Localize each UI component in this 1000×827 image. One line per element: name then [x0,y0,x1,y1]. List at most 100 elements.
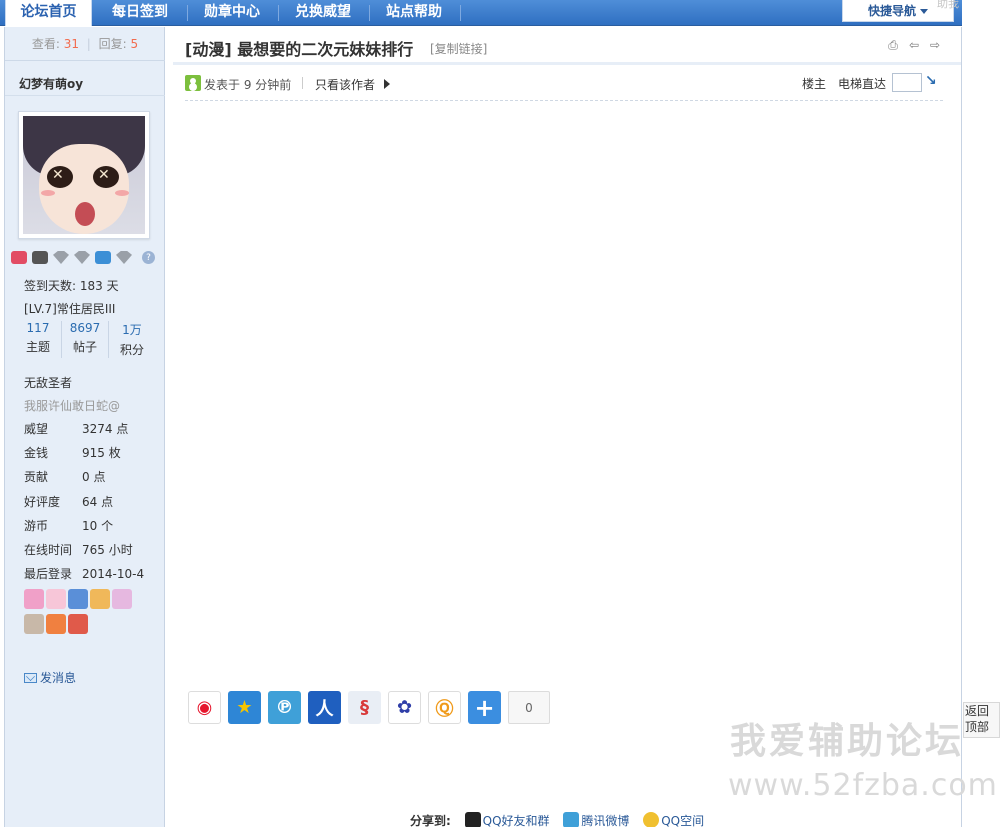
field-value: 2014-10-4 [82,567,145,581]
tab-site-help[interactable]: 站点帮助 [370,0,458,26]
nav-separator [460,5,461,21]
qq-penguin-icon [464,812,481,827]
send-message-link[interactable]: 发消息 [24,669,76,686]
frame-right-border [961,27,962,827]
field-money: 金钱 915 枚 [24,444,121,461]
count-value: 8697 [69,321,101,335]
share-qzone-link[interactable]: QQ空间 [661,814,704,827]
copy-link-button[interactable]: [复制链接] [430,40,487,57]
share-buttons: ◉ ★ ℗ 人 § ✿ Ⓠ + 0 [188,691,550,724]
author-name[interactable]: 幻梦有萌oy [19,75,83,92]
watermark-url: www.52fzba.com [728,768,998,803]
count-label: 帖子 [72,340,97,354]
bottom-share-links: 分享到: QQ好友和群 腾讯微博 QQ空间 [410,812,704,827]
tencent-weibo-small-icon [563,812,580,827]
signin-days: 签到天数: 183 天 [24,279,119,293]
field-online-time: 在线时间 765 小时 [24,541,133,558]
qq-bubble-icon[interactable]: Ⓠ [428,691,461,724]
more-share-plus-icon[interactable]: + [468,691,501,724]
medal-icon[interactable] [112,589,132,609]
diamond-icon[interactable] [53,251,69,264]
jump-arrow-icon[interactable]: ↘ [925,73,941,91]
tencent-weibo-icon[interactable]: ℗ [268,691,301,724]
qzone-star-icon[interactable]: ★ [228,691,261,724]
thread-title: [动漫] 最想要的二次元妹妹排行 [185,36,413,60]
share-tencent-weibo-link[interactable]: 腾讯微博 [581,814,629,827]
print-icon[interactable]: ⎙ [886,38,900,52]
post-meta-bar: 发表于 9 分钟前 只看该作者 楼主 电梯直达 ↘ [185,73,943,94]
count-value: 117 [26,321,50,335]
tab-medal-center[interactable]: 勋章中心 [188,0,276,26]
post-time: 发表于 9 分钟前 [204,78,292,92]
floor-jump-input[interactable] [892,73,922,92]
post-divider [185,100,943,101]
diamond-icon[interactable] [116,251,132,264]
count-posts[interactable]: 8697 帖子 [62,321,109,358]
user-level[interactable]: [LV.7]常住居民III [24,300,115,317]
avatar-blush-right [115,190,129,196]
group-badge-icon[interactable] [32,251,48,264]
floor-label: 楼主 [802,77,827,91]
medal-collection [24,589,154,639]
field-value: 0 点 [82,470,106,484]
thread-stats: 查看: 31 | 回复: 5 [5,27,165,61]
back-to-top-button[interactable]: 返回顶部 [963,702,1000,738]
user-signature: 我服许仙敢日蛇@ [24,399,121,413]
views-label: 查看: [31,37,60,51]
diamond-icon[interactable] [95,251,111,264]
thread-tools: ⎙ ⇦ ⇨ [886,38,942,53]
count-threads[interactable]: 117 主题 [15,321,62,358]
previous-thread-icon[interactable]: ⇦ [907,38,921,52]
stats-divider: | [86,37,91,51]
field-key: 最后登录 [24,567,73,581]
field-value: 64 点 [82,495,114,509]
medal-icon[interactable] [90,589,110,609]
avatar-mouth [75,202,95,226]
tab-exchange-prestige[interactable]: 兑换威望 [279,0,367,26]
medal-icon[interactable] [46,614,66,634]
envelope-icon [24,673,37,683]
avatar-eye-right [93,166,119,188]
medal-icon[interactable] [46,589,66,609]
medal-icon[interactable] [68,614,88,634]
corner-ghost-text: 助我 [937,0,959,10]
count-label: 主题 [25,340,50,354]
thread-category[interactable]: [动漫] [185,40,232,59]
field-value: 915 枚 [82,446,121,460]
thread-title-text: 最想要的二次元妹妹排行 [237,40,414,59]
kaixin-icon[interactable]: § [348,691,381,724]
medal-icon[interactable] [68,589,88,609]
send-message-label: 发消息 [40,671,77,685]
renren-icon[interactable]: 人 [308,691,341,724]
medal-icon[interactable] [24,589,44,609]
share-qq-friends-link[interactable]: QQ好友和群 [483,814,550,827]
watermark-title: 我爱辅助论坛 [730,721,965,762]
field-key: 贡献 [24,470,49,484]
only-author-link[interactable]: 只看该作者 [315,76,375,93]
field-value: 10 个 [82,519,114,533]
elevator-label: 电梯直达 [838,77,887,91]
group-badge-icon[interactable] [11,251,27,264]
field-key: 金钱 [24,446,49,460]
baidu-paw-icon[interactable]: ✿ [388,691,421,724]
medal-icon[interactable] [24,614,44,634]
avatar[interactable] [18,111,150,239]
replies-label: 回复: [98,37,127,51]
next-thread-icon[interactable]: ⇨ [928,38,942,52]
field-prestige: 威望 3274 点 [24,420,128,437]
user-online-icon [185,75,201,91]
tab-daily-signin[interactable]: 每日签到 [96,0,184,26]
field-value: 3274 点 [82,422,129,436]
count-value: 1万 [122,323,142,337]
count-points[interactable]: 1万 积分 [109,321,155,358]
user-group-icons: ? [11,251,155,264]
custom-title: 无敌圣者 [24,376,73,390]
diamond-icon[interactable] [74,251,90,264]
field-rating: 好评度 64 点 [24,493,113,510]
field-coins: 游币 10 个 [24,517,113,534]
help-question-icon[interactable]: ? [142,251,155,264]
sina-weibo-icon[interactable]: ◉ [188,691,221,724]
quick-nav-label: 快捷导航 [867,4,916,18]
tab-forum-home[interactable]: 论坛首页 [5,0,92,26]
author-sidebar: 查看: 31 | 回复: 5 幻梦有萌oy ? 签到天数: 183 天 [LV.… [5,27,165,827]
